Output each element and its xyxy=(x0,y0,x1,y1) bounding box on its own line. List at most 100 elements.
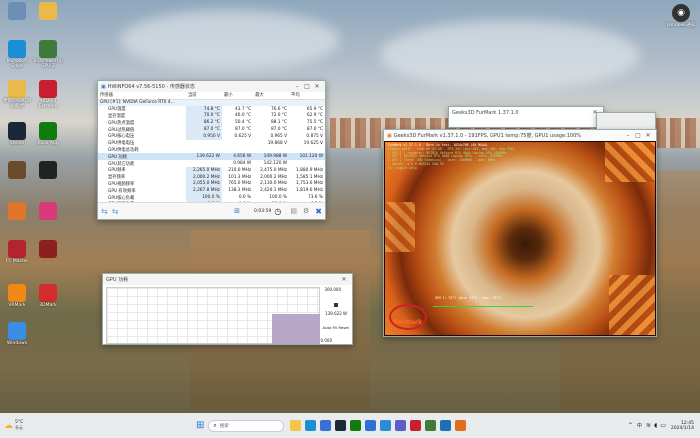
file-explorer-icon[interactable] xyxy=(290,420,302,431)
desktop-shortcut[interactable] xyxy=(2,2,32,21)
search-icon: ⌕ xyxy=(213,421,217,429)
sensor-cur xyxy=(186,99,222,106)
minimize-button[interactable]: – xyxy=(292,83,302,90)
close-button[interactable]: ✕ xyxy=(312,83,322,90)
start-icon[interactable]: ⊞ xyxy=(196,420,204,431)
desktop-shortcut[interactable]: AIDA64 Extreme xyxy=(33,80,63,109)
column-avg[interactable]: 平均 xyxy=(289,92,325,100)
sensor-max: 2,000.2 MHz xyxy=(260,174,288,180)
store-icon[interactable] xyxy=(320,420,332,431)
clock[interactable]: 12:45 2024/1/14 xyxy=(671,421,694,431)
furmark-titlebar[interactable]: ▣ Geeks3D FurMark v1.37.1.0 - 191FPS, GP… xyxy=(384,130,656,141)
desktop-shortcut[interactable]: Microsoft Edge xyxy=(2,40,32,69)
sensor-row[interactable]: 显存温度 70.0 °C 46.0 °C 72.0 °C 62.9 °C xyxy=(98,112,325,120)
sensor-row[interactable]: GPU供电总功耗 xyxy=(98,147,325,154)
furmark-overlay: FurMark v1.37.1.0 - Burn-in test, 1024x7… xyxy=(388,143,515,171)
sensor-row[interactable]: GPU热点温度 86.2 °C 50.4 °C 88.1 °C 75.5 °C xyxy=(98,119,325,127)
edge-icon xyxy=(8,40,26,58)
steam-icon xyxy=(8,122,26,140)
sensor-cur xyxy=(186,140,222,147)
minimize-button[interactable]: – xyxy=(623,132,633,139)
steam-icon[interactable] xyxy=(335,420,347,431)
wifi-icon[interactable]: ≋ xyxy=(646,422,651,429)
sensor-row[interactable]: GPU其它功耗 0.984 W 142.120 W xyxy=(98,160,325,167)
close-button[interactable]: ✕ xyxy=(643,132,653,139)
arrow-left-right-icon[interactable]: ⇆ xyxy=(101,207,108,216)
shortcut-label: Microsoft Edge xyxy=(6,59,28,69)
sensor-row[interactable]: GPU 功耗 139.622 W 4.656 W 149.988 W 101.120 W xyxy=(98,153,325,161)
sensor-name: GPU其它功耗 xyxy=(108,161,135,167)
gpu-graph-titlebar[interactable]: GPU 功耗 ✕ xyxy=(103,274,352,285)
photos-icon[interactable] xyxy=(380,420,392,431)
sensor-row[interactable]: 显存频率 2,000.2 MHz 101.3 MHz 2,000.2 MHz 1,585… xyxy=(98,173,325,181)
sensor-row[interactable]: GPU过热阈值 87.0 °C 87.0 °C 87.0 °C 87.0 °C xyxy=(98,126,325,133)
sensor-row[interactable]: GPU视频频率 2,055.0 MHz 765.0 MHz 2,130.0 MHz 1,… xyxy=(98,180,325,188)
hwinfo-icon[interactable] xyxy=(440,420,452,431)
column-max[interactable]: 最大 xyxy=(253,92,290,100)
teams-icon[interactable] xyxy=(395,420,407,431)
weather-widget[interactable]: ☁ 5°C 多云 xyxy=(0,420,70,431)
report-icon[interactable]: ▤ xyxy=(290,207,297,215)
column-current[interactable]: 当前 xyxy=(186,92,222,100)
desktop-shortcut[interactable]: Steam xyxy=(2,122,32,146)
hwinfo-titlebar[interactable]: ▣ HWiNFO64 v7.56-5150 - 传感器状态 – □ ✕ xyxy=(98,81,325,92)
sensor-max: 76.6 °C xyxy=(270,106,288,112)
graph-min-label: 0.000 xyxy=(320,338,332,343)
sensor-row[interactable]: GPU [#1]: NVIDIA GeForce RTX 4... xyxy=(98,99,325,106)
gpuz-icon[interactable] xyxy=(425,420,437,431)
desktop-shortcut[interactable] xyxy=(33,2,63,21)
weather-icon: ☁ xyxy=(4,420,13,431)
desktop-shortcut[interactable]: VRMark xyxy=(2,284,32,308)
sensor-avg xyxy=(289,147,325,154)
chevron-up-icon[interactable]: ⌃ xyxy=(628,422,633,429)
fur-corner-tile xyxy=(609,275,655,335)
battery-icon[interactable]: ▭ xyxy=(660,422,666,429)
sensor-row[interactable]: GPU频率 2,265.0 MHz 210.0 MHz 2,475.0 MHz 1,88… xyxy=(98,166,325,174)
furmark-graph-line: GPU 1: 75°C (min: 43°C - max: 76°C) xyxy=(435,296,503,301)
sensor-avg: 75.5 °C xyxy=(306,120,323,126)
close-x-icon[interactable]: ✖ xyxy=(315,207,322,216)
sensor-min: 4.656 W xyxy=(221,153,254,161)
desktop-shortcut[interactable]: Windows xyxy=(2,322,32,346)
arrow-left-right-icon[interactable]: ⇆ xyxy=(112,207,119,216)
column-sensor[interactable]: 传感器 xyxy=(98,92,186,100)
sensor-row[interactable]: GPU核心电压 0.950 V 0.625 V 0.965 V 0.875 V xyxy=(98,132,325,140)
edge-icon[interactable] xyxy=(305,420,317,431)
reset-button[interactable]: Reset xyxy=(338,325,349,330)
clock-icon[interactable]: ◷ xyxy=(274,207,281,216)
sensor-row[interactable]: GPU核心负载 100.0 % 0.0 % 100.0 % 73.6 % xyxy=(98,194,325,201)
desktop-shortcut[interactable]: 3DMark xyxy=(33,284,63,308)
desktop-shortcut[interactable] xyxy=(33,202,63,221)
desktop-shortcut[interactable] xyxy=(33,240,63,259)
close-button[interactable]: ✕ xyxy=(339,276,349,283)
app-icon xyxy=(8,322,26,340)
desktop-shortcut[interactable]: FC Master xyxy=(2,240,32,264)
furmark-icon[interactable] xyxy=(455,420,467,431)
sensor-row[interactable]: GPU供电电压 19.868 V 19.625 V xyxy=(98,140,325,147)
desktop-shortcut[interactable]: Xbox App xyxy=(33,122,63,146)
network-icon[interactable]: ⊞ xyxy=(234,207,240,215)
sensor-row[interactable]: GPU 有效频率 2,267.8 MHz 138.3 MHz 2,420.1 MHz 1… xyxy=(98,187,325,195)
desktop-shortcut[interactable] xyxy=(2,161,32,180)
xbox-icon[interactable] xyxy=(350,420,362,431)
mail-icon[interactable] xyxy=(365,420,377,431)
desktop-shortcut[interactable]: TechPowerUp GPU-Z xyxy=(33,40,63,69)
maximize-button[interactable]: □ xyxy=(302,83,312,90)
desktop-shortcut[interactable]: 更新的GPU测试截图 xyxy=(2,80,32,109)
desktop-shortcut[interactable] xyxy=(2,202,32,221)
sensor-name: GPU 有效频率 xyxy=(108,188,136,194)
geeks3d-back-titlebar[interactable]: Geeks3D FurMark 1.37.1.0 ✕ xyxy=(449,107,603,118)
column-min[interactable]: 最小 xyxy=(221,92,254,100)
sensor-avg: 1,753.6 MHz xyxy=(296,181,323,187)
language-indicator[interactable]: 中 xyxy=(637,422,642,429)
auto-fit-button[interactable]: Auto Fit xyxy=(323,325,337,330)
sensor-row[interactable]: GPU温度 74.8 °C 43.7 °C 76.6 °C 65.9 °C xyxy=(98,105,325,113)
desktop-shortcut[interactable] xyxy=(33,161,63,180)
search-box[interactable]: ⌕ 搜索 xyxy=(208,419,285,432)
aida64-icon[interactable] xyxy=(410,420,422,431)
notification-user-icon[interactable]: ◉ Windows通知 xyxy=(666,4,696,28)
furmark-render: FurMark v1.37.1.0 - Burn-in test, 1024x7… xyxy=(385,142,655,335)
maximize-button[interactable]: □ xyxy=(633,132,643,139)
settings-icon[interactable]: ⚙ xyxy=(303,207,309,215)
volume-icon[interactable]: ◖ xyxy=(654,422,657,429)
